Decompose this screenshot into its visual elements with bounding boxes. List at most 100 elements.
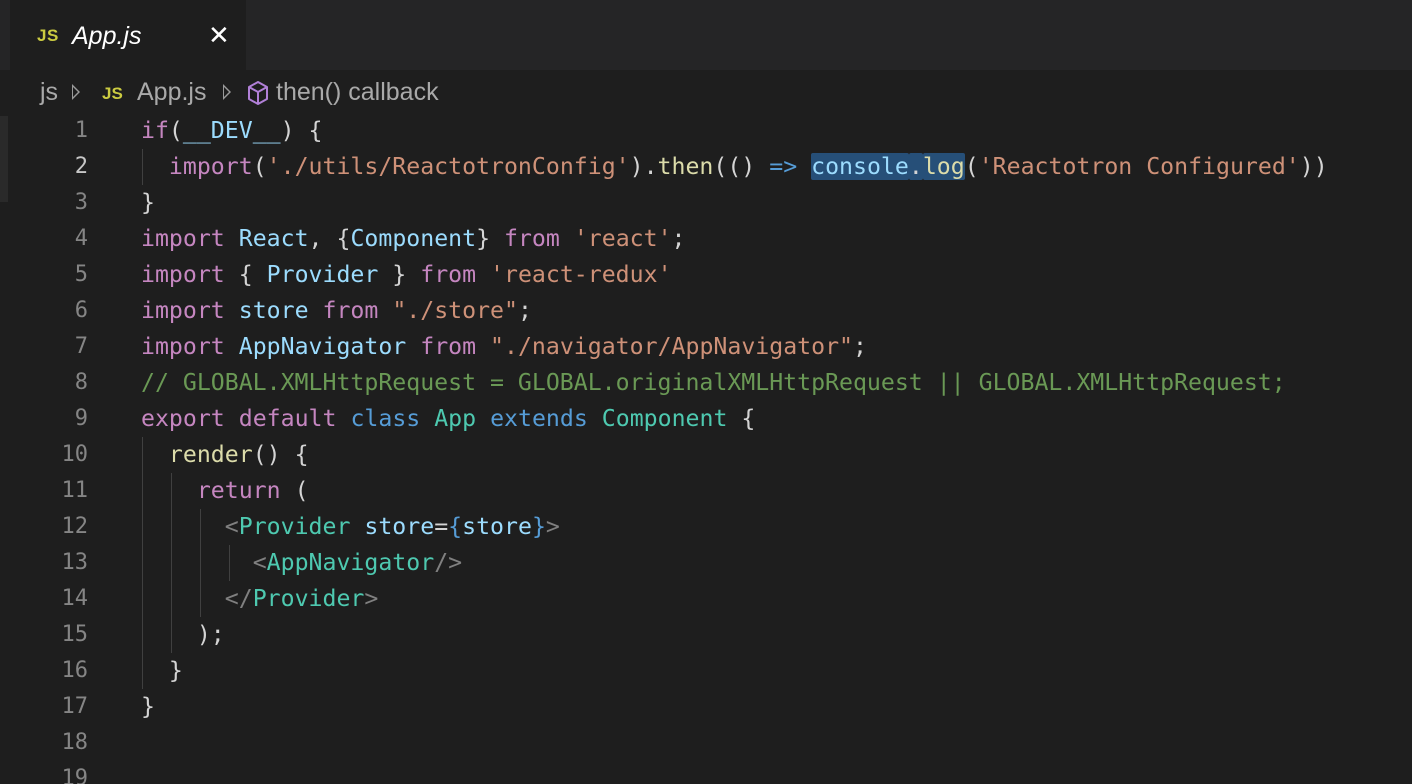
- breadcrumb-file[interactable]: App.js: [137, 78, 206, 107]
- code-text[interactable]: import('./utils/ReactotronConfig').then(…: [141, 149, 1328, 185]
- chevron-right-icon: [72, 84, 80, 100]
- cube-icon: [246, 80, 270, 111]
- code-line[interactable]: 4 import React, {Component} from 'react';: [0, 221, 1412, 257]
- code-line[interactable]: 12 <Provider store={store}>: [0, 509, 1412, 545]
- code-token: import: [168, 153, 253, 180]
- code-token: store: [238, 297, 309, 324]
- code-line[interactable]: 19: [0, 761, 1412, 784]
- code-text[interactable]: export default class App extends Compone…: [141, 401, 755, 437]
- code-token: if: [141, 117, 169, 144]
- line-number: 6: [74, 298, 88, 323]
- code-token: from: [420, 261, 477, 288]
- js-file-icon: JS: [102, 84, 123, 103]
- code-token: ;: [671, 225, 686, 252]
- code-token: store: [462, 513, 532, 540]
- code-token: Component: [350, 225, 477, 252]
- breadcrumb-folder-js[interactable]: js: [40, 78, 58, 107]
- code-text[interactable]: return (: [141, 473, 309, 509]
- code-line[interactable]: 8 // GLOBAL.XMLHttpRequest = GLOBAL.origi…: [0, 365, 1412, 401]
- line-number: 4: [74, 226, 88, 251]
- code-line[interactable]: 17}: [0, 689, 1412, 725]
- close-icon[interactable]: ✕: [208, 20, 230, 51]
- code-line[interactable]: 13 <AppNavigator/>: [0, 545, 1412, 581]
- code-token: Provider: [266, 261, 379, 288]
- tab-title[interactable]: App.js: [72, 22, 141, 51]
- editor-tab-app-js[interactable]: JS App.js ✕: [10, 0, 246, 70]
- code-token: )): [1299, 153, 1328, 180]
- code-text[interactable]: // GLOBAL.XMLHttpRequest = GLOBAL.origin…: [141, 365, 1286, 401]
- code-token: export: [141, 405, 225, 432]
- code-line[interactable]: 15 );: [0, 617, 1412, 653]
- code-text[interactable]: import React, {Component} from 'react';: [141, 221, 686, 257]
- breadcrumb: js JS App.js then() callback: [0, 70, 1412, 116]
- code-token: {: [727, 405, 756, 432]
- code-token: ;: [517, 297, 532, 324]
- code-token: log: [922, 153, 965, 180]
- code-line[interactable]: 16 }: [0, 653, 1412, 689]
- line-number: 5: [74, 262, 88, 287]
- js-file-icon: JS: [37, 26, 59, 45]
- code-text[interactable]: <Provider store={store}>: [141, 509, 560, 545]
- code-line[interactable]: 10 render() {: [0, 437, 1412, 473]
- code-text[interactable]: </Provider>: [141, 581, 379, 617]
- code-text[interactable]: <AppNavigator/>: [141, 545, 462, 581]
- code-text[interactable]: import { Provider } from 'react-redux': [141, 257, 672, 293]
- code-token: default: [238, 405, 337, 432]
- code-line[interactable]: 14 </Provider>: [0, 581, 1412, 617]
- code-line[interactable]: 2 import('./utils/ReactotronConfig').the…: [0, 149, 1412, 185]
- code-token: "./store": [392, 297, 518, 324]
- code-token: console: [811, 153, 909, 180]
- code-text[interactable]: import store from "./store";: [141, 293, 532, 329]
- breadcrumb-symbol[interactable]: then() callback: [276, 78, 439, 107]
- code-text[interactable]: }: [141, 689, 155, 725]
- code-text[interactable]: import AppNavigator from "./navigator/Ap…: [141, 329, 867, 365]
- code-editor[interactable]: 1 if(__DEV__) {2 import('./utils/Reactotr…: [0, 113, 1412, 784]
- code-token: (: [964, 153, 979, 180]
- code-token: ) {: [280, 117, 323, 144]
- line-number: 10: [61, 442, 89, 467]
- code-token: render: [168, 441, 253, 468]
- code-token: </: [224, 585, 253, 612]
- code-line[interactable]: 18: [0, 725, 1412, 761]
- code-token: );: [141, 621, 225, 648]
- code-token: class: [350, 405, 421, 432]
- code-token: (: [280, 477, 309, 504]
- code-text[interactable]: );: [141, 617, 225, 653]
- code-text[interactable]: }: [141, 653, 183, 689]
- code-token: <: [252, 549, 267, 576]
- code-token: >: [364, 585, 379, 612]
- code-token: return: [196, 477, 281, 504]
- code-token: }: [531, 513, 546, 540]
- code-token: =: [434, 513, 449, 540]
- code-line[interactable]: 6 import store from "./store";: [0, 293, 1412, 329]
- line-number: 16: [61, 658, 89, 683]
- code-line[interactable]: 1 if(__DEV__) {: [0, 113, 1412, 149]
- code-token: // GLOBAL.XMLHttpRequest = GLOBAL.origin…: [141, 369, 1286, 396]
- code-token: extends: [490, 405, 588, 432]
- line-number: 19: [61, 766, 89, 784]
- line-number: 12: [61, 514, 89, 539]
- code-text[interactable]: if(__DEV__) {: [141, 113, 323, 149]
- code-token: {: [224, 261, 267, 288]
- line-number: 15: [61, 622, 89, 647]
- code-line[interactable]: 9 export default class App extends Compon…: [0, 401, 1412, 437]
- code-line[interactable]: 7 import AppNavigator from "./navigator/A…: [0, 329, 1412, 365]
- code-text[interactable]: render() {: [141, 437, 309, 473]
- code-token: import: [141, 261, 225, 288]
- code-line[interactable]: 11 return (: [0, 473, 1412, 509]
- code-text[interactable]: }: [141, 185, 155, 221]
- code-line[interactable]: 5 import { Provider } from 'react-redux': [0, 257, 1412, 293]
- code-line[interactable]: 3}: [0, 185, 1412, 221]
- code-token: }: [476, 225, 504, 252]
- code-token: Component: [601, 405, 728, 432]
- code-token: }: [378, 261, 421, 288]
- code-token: .: [908, 153, 923, 180]
